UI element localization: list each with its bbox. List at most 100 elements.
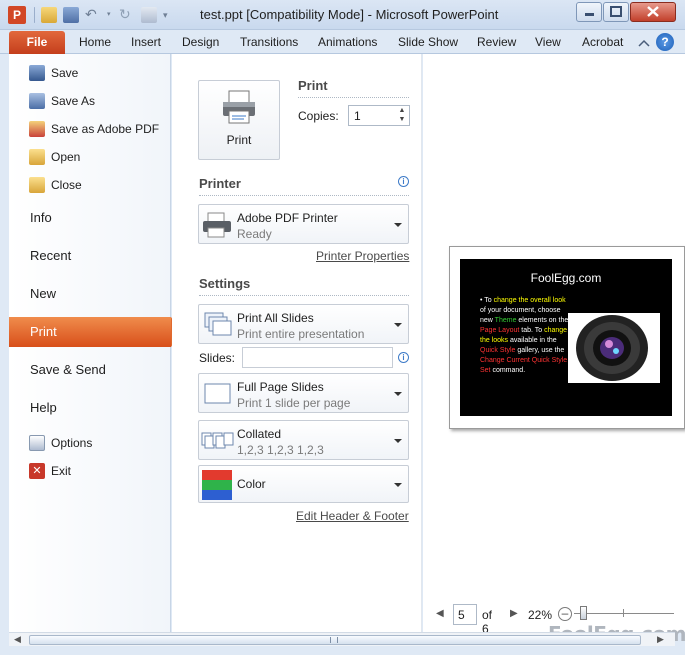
print-range-dropdown[interactable]: Print All Slides Print entire presentati… (198, 304, 409, 344)
scrollbar-thumb[interactable] (29, 635, 641, 645)
nav-save-as[interactable]: Save As (29, 91, 95, 111)
undo-icon[interactable]: ↶ (85, 7, 101, 23)
spin-up-icon[interactable]: ▲ (397, 107, 407, 114)
print-section-title: Print (298, 78, 328, 93)
customize-qat-icon[interactable]: ▾ (163, 7, 171, 23)
scroll-left-icon[interactable]: ◀ (14, 634, 21, 645)
close-icon (647, 6, 659, 17)
redo-icon[interactable]: ↻ (119, 7, 135, 23)
printer-properties-link[interactable]: Printer Properties (316, 249, 409, 263)
copies-value: 1 (354, 109, 361, 123)
print-range-subtitle: Print entire presentation (237, 327, 365, 341)
horizontal-scrollbar[interactable]: ◀ ▶ (9, 632, 675, 646)
info-icon[interactable]: i (398, 176, 409, 187)
restore-icon (610, 6, 622, 17)
powerpoint-app-icon[interactable]: P (8, 6, 26, 24)
nav-close-label: Close (51, 178, 82, 192)
tab-home[interactable]: Home (79, 35, 111, 49)
zoom-slider[interactable] (574, 613, 674, 614)
undo-dropdown-icon[interactable]: ▾ (107, 7, 113, 23)
separator-icon (34, 7, 35, 23)
minimize-button[interactable] (576, 2, 602, 22)
slide-body-run: command. (490, 367, 526, 374)
nav-save-and-send[interactable]: Save & Send (9, 355, 171, 385)
printer-icon (223, 90, 255, 124)
nav-save-as-pdf[interactable]: Save as Adobe PDF (29, 119, 159, 139)
tab-slide-show[interactable]: Slide Show (398, 35, 458, 49)
nav-exit[interactable]: ✕ Exit (29, 461, 71, 481)
close-button[interactable] (630, 2, 676, 22)
collated-pages-icon (201, 432, 234, 449)
print-layout-dropdown[interactable]: Full Page Slides Print 1 slide per page (198, 373, 409, 413)
page-number-input[interactable]: 5 (453, 604, 477, 625)
info-icon[interactable]: i (398, 352, 409, 363)
slide-body: • To change the overall look of your doc… (480, 296, 570, 376)
grip-icon (330, 637, 338, 643)
zoom-slider-center-tick (623, 609, 624, 617)
nav-open-label: Open (51, 150, 81, 164)
full-page-slide-icon (204, 383, 231, 404)
nav-print[interactable]: Print (9, 317, 181, 347)
divider (199, 195, 409, 196)
print-layout-subtitle: Print 1 slide per page (237, 396, 351, 410)
print-settings-pane: Print Print Copies: 1 ▲ ▼ Printer i Adob… (172, 54, 422, 632)
color-title: Color (237, 477, 266, 491)
tab-transitions[interactable]: Transitions (240, 35, 298, 49)
tab-acrobat[interactable]: Acrobat (582, 35, 623, 49)
print-button-label: Print (226, 133, 252, 147)
collation-subtitle: 1,2,3 1,2,3 1,2,3 (237, 443, 324, 457)
slides-stack-icon (204, 312, 232, 336)
slide-body-run: elements on the (516, 317, 569, 324)
next-page-icon[interactable]: ▶ (510, 608, 518, 619)
nav-exit-label: Exit (51, 464, 72, 478)
nav-save[interactable]: Save (29, 63, 78, 83)
save-icon[interactable] (63, 7, 79, 23)
minimize-ribbon-icon[interactable] (638, 38, 650, 48)
nav-new[interactable]: New (9, 279, 171, 309)
tab-review[interactable]: Review (477, 35, 516, 49)
copies-label: Copies: (298, 109, 339, 123)
nav-open[interactable]: Open (29, 147, 80, 167)
divider (199, 295, 409, 296)
nav-save-as-pdf-label: Save as Adobe PDF (51, 122, 160, 136)
spin-down-icon[interactable]: ▼ (397, 116, 407, 123)
collation-dropdown[interactable]: Collated 1,2,3 1,2,3 1,2,3 (198, 420, 409, 460)
copies-stepper[interactable]: 1 ▲ ▼ (348, 105, 410, 126)
edit-header-footer-link[interactable]: Edit Header & Footer (296, 509, 409, 523)
minimize-icon (585, 13, 594, 16)
help-icon[interactable]: ? (656, 33, 674, 51)
nav-save-label: Save (51, 66, 79, 80)
slide-body-run: To (484, 297, 494, 304)
tab-insert[interactable]: Insert (131, 35, 161, 49)
save-icon (29, 65, 45, 81)
color-swatch-icon (202, 470, 232, 500)
tab-view[interactable]: View (535, 35, 561, 49)
color-dropdown[interactable]: Color (198, 465, 409, 503)
printer-dropdown[interactable]: Adobe PDF Printer Ready (198, 204, 409, 244)
print-button[interactable]: Print (198, 80, 280, 160)
open-folder-icon[interactable] (41, 7, 57, 23)
maximize-button[interactable] (603, 2, 629, 22)
nav-help[interactable]: Help (9, 393, 171, 423)
nav-info[interactable]: Info (9, 203, 171, 233)
scroll-right-icon[interactable]: ▶ (657, 634, 664, 645)
pdf-save-icon (29, 121, 45, 137)
zoom-out-icon[interactable]: – (558, 607, 572, 621)
nav-options[interactable]: Options (29, 433, 92, 453)
print-preview-pane: FoolEgg.com • To change the overall look… (423, 54, 685, 632)
slide-body-run: change the overall look (493, 297, 566, 304)
previous-page-icon[interactable]: ◀ (436, 608, 444, 619)
zoom-level[interactable]: 22% (528, 608, 552, 622)
tab-animations[interactable]: Animations (318, 35, 377, 49)
nav-recent[interactable]: Recent (9, 241, 171, 271)
nav-close[interactable]: Close (29, 175, 82, 195)
close-folder-icon (29, 177, 45, 193)
zoom-slider-thumb[interactable] (580, 606, 587, 620)
chevron-down-icon (394, 483, 402, 487)
slides-input[interactable] (242, 347, 393, 368)
camera-lens-icon (568, 313, 660, 383)
slide-preview: FoolEgg.com • To change the overall look… (449, 246, 685, 429)
tab-design[interactable]: Design (182, 35, 219, 49)
tab-file[interactable]: File (9, 31, 65, 54)
slideshow-icon[interactable] (141, 7, 157, 23)
